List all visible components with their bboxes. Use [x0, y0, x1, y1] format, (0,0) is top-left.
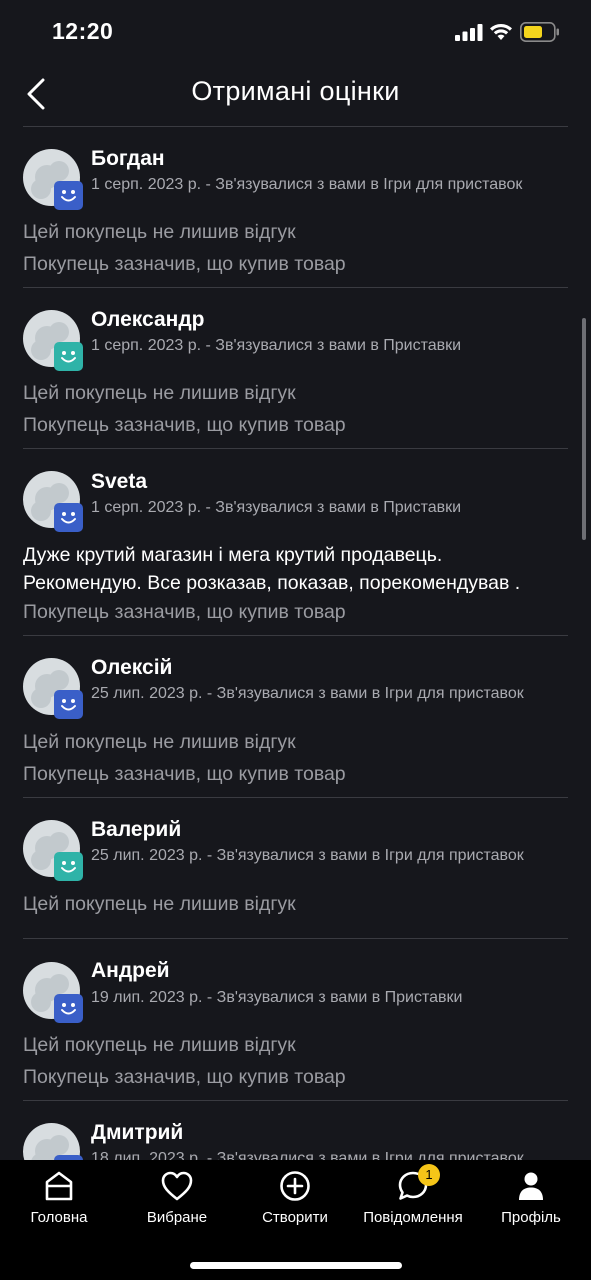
tab-label: Головна	[30, 1209, 88, 1226]
reviewer-name[interactable]: Богдан	[91, 147, 165, 171]
tab-messages[interactable]: 1 Повідомлення	[354, 1164, 472, 1226]
smile-badge-icon	[54, 852, 83, 881]
scrollbar[interactable]	[582, 318, 586, 540]
purchase-confirmed-text: Покупець зазначив, що купив товар	[23, 763, 346, 785]
avatar[interactable]	[23, 471, 83, 532]
divider	[23, 1100, 568, 1101]
no-review-text: Цей покупець не лишив відгук	[23, 221, 296, 243]
review-meta: 25 лип. 2023 р. - Зв'язувалися з вами в …	[91, 685, 524, 702]
review-list[interactable]: Богдан 1 серп. 2023 р. - Зв'язувалися з …	[0, 0, 591, 1160]
heart-icon	[161, 1171, 193, 1201]
smile-badge-icon	[54, 342, 83, 371]
reviewer-name[interactable]: Андрей	[91, 959, 170, 983]
divider	[23, 635, 568, 636]
purchase-confirmed-text: Покупець зазначив, що купив товар	[23, 253, 346, 275]
smile-badge-icon	[54, 503, 83, 532]
reviewer-name[interactable]: Sveta	[91, 470, 147, 494]
no-review-text: Цей покупець не лишив відгук	[23, 893, 296, 915]
tab-label: Вибране	[146, 1209, 208, 1226]
divider	[23, 797, 568, 798]
divider	[23, 938, 568, 939]
purchase-confirmed-text: Покупець зазначив, що купив товар	[23, 414, 346, 436]
no-review-text: Цей покупець не лишив відгук	[23, 1034, 296, 1056]
tab-home[interactable]: Головна	[0, 1170, 118, 1226]
tab-label: Профіль	[501, 1209, 561, 1226]
avatar[interactable]	[23, 310, 83, 371]
purchase-confirmed-text: Покупець зазначив, що купив товар	[23, 1066, 346, 1088]
review-meta: 1 серп. 2023 р. - Зв'язувалися з вами в …	[91, 337, 462, 354]
review-meta: 25 лип. 2023 р. - Зв'язувалися з вами в …	[91, 847, 524, 864]
review-meta: 19 лип. 2023 р. - Зв'язувалися з вами в …	[91, 989, 463, 1006]
divider	[23, 126, 568, 127]
home-icon	[45, 1171, 73, 1201]
divider	[23, 448, 568, 449]
purchase-confirmed-text: Покупець зазначив, що купив товар	[23, 601, 346, 623]
avatar[interactable]	[23, 1123, 83, 1160]
review-meta: 18 лип. 2023 р. - Зв'язувалися з вами в …	[91, 1150, 524, 1160]
person-icon	[519, 1172, 543, 1200]
avatar[interactable]	[23, 149, 83, 210]
tab-label: Створити	[262, 1209, 328, 1226]
no-review-text: Цей покупець не лишив відгук	[23, 382, 296, 404]
smile-badge-icon	[54, 994, 83, 1023]
tab-label: Повідомлення	[363, 1209, 463, 1226]
review-meta: 1 серп. 2023 р. - Зв'язувалися з вами в …	[91, 176, 523, 193]
review-text: Рекомендую. Все розказав, показав, порек…	[23, 572, 521, 594]
no-review-text: Цей покупець не лишив відгук	[23, 731, 296, 753]
reviewer-name[interactable]: Дмитрий	[91, 1121, 183, 1145]
tab-create[interactable]: Створити	[236, 1170, 354, 1226]
home-indicator	[190, 1262, 402, 1269]
smile-badge-icon	[54, 181, 83, 210]
review-meta: 1 серп. 2023 р. - Зв'язувалися з вами в …	[91, 499, 462, 516]
plus-circle-icon	[280, 1171, 310, 1201]
reviewer-name[interactable]: Валерий	[91, 818, 181, 842]
review-text: Дуже крутий магазин і мега крутий продав…	[23, 544, 443, 566]
divider	[23, 287, 568, 288]
avatar[interactable]	[23, 658, 83, 719]
reviewer-name[interactable]: Олексій	[91, 656, 172, 680]
reviewer-name[interactable]: Олександр	[91, 308, 205, 332]
tab-profile[interactable]: Профіль	[472, 1170, 590, 1226]
avatar[interactable]	[23, 962, 83, 1023]
avatar[interactable]	[23, 820, 83, 881]
tab-favorites[interactable]: Вибране	[118, 1170, 236, 1226]
notification-badge: 1	[418, 1164, 440, 1186]
smile-badge-icon	[54, 690, 83, 719]
